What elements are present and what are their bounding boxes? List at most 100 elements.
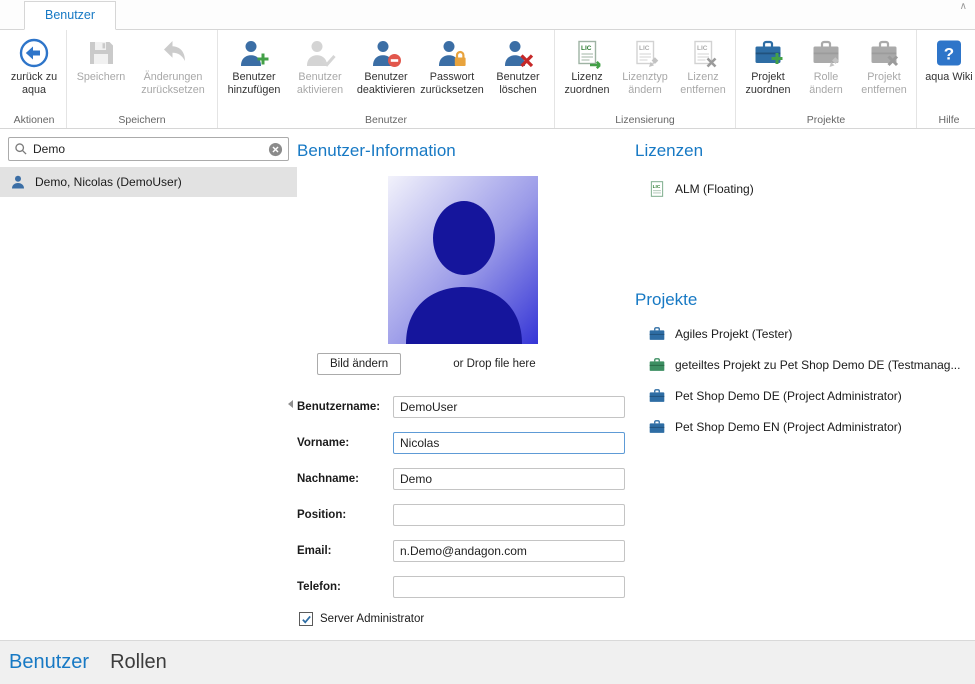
remove-project-icon bbox=[868, 37, 900, 69]
button-label: Projekt entfernen bbox=[855, 71, 913, 96]
license-item[interactable]: LIC ALM (Floating) bbox=[648, 180, 975, 198]
group-label-speichern: Speichern bbox=[67, 114, 217, 126]
server-admin-row[interactable]: Server Administrator bbox=[299, 612, 635, 626]
user-list-panel: Demo, Nicolas (DemoUser) bbox=[0, 130, 297, 640]
lastname-input[interactable] bbox=[393, 468, 625, 490]
project-item-label: Pet Shop Demo EN (Project Administrator) bbox=[675, 420, 902, 434]
phone-label: Telefon: bbox=[297, 581, 393, 593]
button-label: Benutzer aktivieren bbox=[287, 71, 353, 96]
reset-password-icon bbox=[436, 37, 468, 69]
bottom-nav-bar: Benutzer Rollen bbox=[0, 640, 975, 684]
button-label: zurück zu aqua bbox=[5, 71, 63, 96]
server-admin-label: Server Administrator bbox=[320, 613, 424, 625]
project-item[interactable]: Pet Shop Demo EN (Project Administrator) bbox=[648, 418, 975, 436]
button-label: Rolle ändern bbox=[797, 71, 855, 96]
licenses-projects-panel: Lizenzen LIC ALM (Floating) Projekte Agi… bbox=[635, 130, 975, 640]
remove-license-icon: LIC bbox=[687, 37, 719, 69]
drop-file-hint: or Drop file here bbox=[453, 358, 535, 370]
button-label: Projekt zuordnen bbox=[739, 71, 797, 96]
change-image-button[interactable]: Bild ändern bbox=[317, 353, 401, 375]
user-list-item-label: Demo, Nicolas (DemoUser) bbox=[35, 175, 182, 189]
email-input[interactable] bbox=[393, 540, 625, 562]
bottom-tab-rollen[interactable]: Rollen bbox=[110, 651, 167, 674]
back-arrow-icon bbox=[18, 37, 50, 69]
button-label: Benutzer deaktivieren bbox=[353, 71, 419, 96]
phone-input[interactable] bbox=[393, 576, 625, 598]
collapse-panel-arrow-icon[interactable] bbox=[288, 400, 293, 408]
assign-project-icon bbox=[752, 37, 784, 69]
project-item-label: Pet Shop Demo DE (Project Administrator) bbox=[675, 389, 902, 403]
project-list: Agiles Projekt (Tester) geteiltes Projek… bbox=[635, 325, 975, 436]
button-label: Lizenz zuordnen bbox=[558, 71, 616, 96]
save-button[interactable]: Speichern bbox=[70, 32, 132, 112]
lastname-label: Nachname: bbox=[297, 473, 393, 485]
undo-changes-button[interactable]: Änderungen zurücksetzen bbox=[132, 32, 214, 112]
svg-text:LIC: LIC bbox=[653, 184, 661, 190]
change-role-icon bbox=[810, 37, 842, 69]
button-label: Lizenz entfernen bbox=[674, 71, 732, 96]
activate-user-button[interactable]: Benutzer aktivieren bbox=[287, 32, 353, 112]
avatar-actions-row: Bild ändern or Drop file here bbox=[297, 353, 635, 375]
svg-text:LIC: LIC bbox=[581, 45, 592, 52]
user-search-input[interactable] bbox=[33, 142, 263, 156]
ribbon-group-benutzer: Benutzer hinzufügen Benutzer aktivieren … bbox=[218, 30, 555, 128]
assign-license-button[interactable]: LIC Lizenz zuordnen bbox=[558, 32, 616, 112]
form-row-lastname: Nachname: bbox=[297, 468, 635, 490]
group-label-aktionen: Aktionen bbox=[2, 114, 66, 126]
server-admin-checkbox[interactable] bbox=[299, 612, 313, 626]
email-label: Email: bbox=[297, 545, 393, 557]
shared-project-briefcase-icon bbox=[648, 356, 666, 374]
firstname-label: Vorname: bbox=[297, 437, 393, 449]
button-label: Benutzer hinzufügen bbox=[221, 71, 287, 96]
ribbon-tab-benutzer[interactable]: Benutzer bbox=[24, 1, 116, 30]
project-item-label: geteiltes Projekt zu Pet Shop Demo DE (T… bbox=[675, 358, 960, 372]
app-window: Benutzer ∧ zurück zu aqua Aktionen bbox=[0, 0, 975, 684]
undo-arrow-icon bbox=[157, 37, 189, 69]
user-list-item[interactable]: Demo, Nicolas (DemoUser) bbox=[0, 167, 297, 197]
user-avatar[interactable] bbox=[388, 176, 538, 344]
collapse-ribbon-icon[interactable]: ∧ bbox=[960, 1, 967, 12]
assign-license-icon: LIC bbox=[571, 37, 603, 69]
user-search-box bbox=[8, 137, 289, 161]
group-label-lizensierung: Lizensierung bbox=[555, 114, 735, 126]
ribbon-group-lizensierung: LIC Lizenz zuordnen LIC Lizenztyp ändern… bbox=[555, 30, 736, 128]
remove-license-button[interactable]: LIC Lizenz entfernen bbox=[674, 32, 732, 112]
reset-password-button[interactable]: Passwort zurücksetzen bbox=[419, 32, 485, 112]
clear-search-icon[interactable] bbox=[268, 142, 283, 157]
ribbon-group-hilfe: ? aqua Wiki Hilfe bbox=[917, 30, 975, 128]
activate-user-icon bbox=[304, 37, 336, 69]
ribbon-group-projekte: Projekt zuordnen Rolle ändern Projekt en… bbox=[736, 30, 917, 128]
project-item[interactable]: Pet Shop Demo DE (Project Administrator) bbox=[648, 387, 975, 405]
position-input[interactable] bbox=[393, 504, 625, 526]
bottom-tab-benutzer[interactable]: Benutzer bbox=[9, 651, 89, 674]
button-label: Lizenztyp ändern bbox=[616, 71, 674, 96]
save-floppy-icon bbox=[85, 37, 117, 69]
group-label-benutzer: Benutzer bbox=[218, 114, 554, 126]
add-user-button[interactable]: Benutzer hinzufügen bbox=[221, 32, 287, 112]
firstname-input[interactable] bbox=[393, 432, 625, 454]
ribbon-tab-row: Benutzer ∧ bbox=[0, 0, 975, 30]
user-form: Benutzername: Vorname: Nachname: Positio… bbox=[297, 396, 635, 626]
button-label: Benutzer löschen bbox=[485, 71, 551, 96]
license-item-label: ALM (Floating) bbox=[675, 182, 754, 196]
delete-user-button[interactable]: Benutzer löschen bbox=[485, 32, 551, 112]
change-role-button[interactable]: Rolle ändern bbox=[797, 32, 855, 112]
username-input[interactable] bbox=[393, 396, 625, 418]
project-item[interactable]: Agiles Projekt (Tester) bbox=[648, 325, 975, 343]
back-to-aqua-button[interactable]: zurück zu aqua bbox=[5, 32, 63, 112]
project-item[interactable]: geteiltes Projekt zu Pet Shop Demo DE (T… bbox=[648, 356, 975, 374]
form-row-position: Position: bbox=[297, 504, 635, 526]
form-row-email: Email: bbox=[297, 540, 635, 562]
remove-project-button[interactable]: Projekt entfernen bbox=[855, 32, 913, 112]
project-briefcase-icon bbox=[648, 387, 666, 405]
svg-text:?: ? bbox=[944, 45, 954, 64]
deactivate-user-icon bbox=[370, 37, 402, 69]
button-label: Speichern bbox=[77, 71, 126, 84]
aqua-wiki-button[interactable]: ? aqua Wiki bbox=[920, 32, 975, 112]
deactivate-user-button[interactable]: Benutzer deaktivieren bbox=[353, 32, 419, 112]
change-license-type-button[interactable]: LIC Lizenztyp ändern bbox=[616, 32, 674, 112]
user-icon bbox=[10, 174, 26, 190]
assign-project-button[interactable]: Projekt zuordnen bbox=[739, 32, 797, 112]
username-label: Benutzername: bbox=[297, 401, 393, 413]
project-item-label: Agiles Projekt (Tester) bbox=[675, 327, 792, 341]
